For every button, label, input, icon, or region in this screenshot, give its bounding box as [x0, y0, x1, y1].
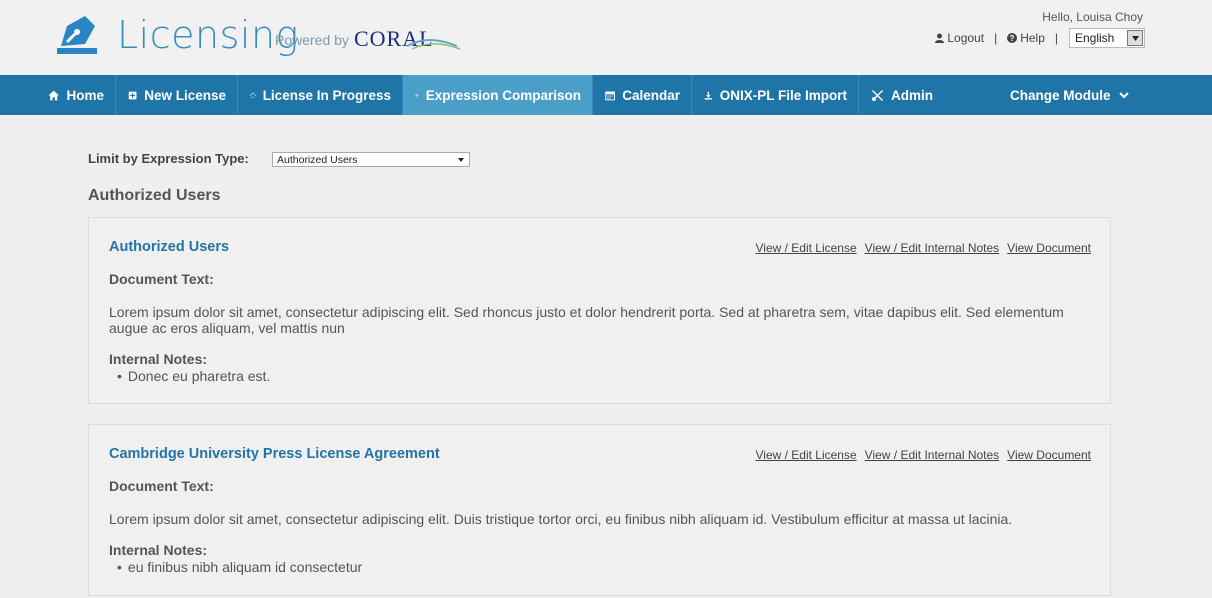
nav-item-onix-pl-file-import[interactable]: ONIX-PL File Import: [692, 75, 859, 115]
main-nav: Home New License License In Progress Exp…: [0, 75, 1212, 115]
language-select[interactable]: English: [1069, 28, 1145, 48]
nav-label: Home: [66, 87, 104, 103]
balance-icon: [415, 93, 419, 97]
nav-label: New License: [144, 87, 226, 103]
expression-card: Authorized Users View / Edit License Vie…: [88, 217, 1111, 404]
view-document-link[interactable]: View Document: [1007, 241, 1091, 255]
coral-logo: CORAL: [354, 26, 461, 51]
home-icon: [48, 90, 60, 100]
document-text-label: Document Text:: [109, 271, 214, 287]
view-edit-internal-notes-link[interactable]: View / Edit Internal Notes: [865, 448, 1000, 462]
logout-link[interactable]: Logout: [935, 31, 984, 45]
powered-by-text: Powered by: [275, 32, 349, 48]
internal-note-item: eu finibus nibh aliquam id consectetur: [117, 559, 362, 575]
document-text: Lorem ipsum dolor sit amet, consectetur …: [109, 511, 1013, 527]
nav-label: License In Progress: [262, 87, 391, 103]
help-label: Help: [1020, 31, 1045, 45]
view-edit-license-link[interactable]: View / Edit License: [755, 448, 856, 462]
plus-square-icon: [128, 91, 137, 99]
language-value: English: [1075, 31, 1115, 45]
chevron-down-icon: [1118, 91, 1129, 98]
nav-item-calendar[interactable]: Calendar: [593, 75, 692, 115]
divider: |: [994, 31, 998, 45]
greeting: Hello, Louisa Choy: [1042, 10, 1143, 24]
document-text-label: Document Text:: [109, 478, 214, 494]
question-circle-icon: ?: [1007, 33, 1018, 43]
app-title: Licensing: [117, 13, 299, 57]
coral-logo-text: CORAL: [354, 26, 434, 51]
view-edit-internal-notes-link[interactable]: View / Edit Internal Notes: [865, 241, 1000, 255]
chevron-down-icon[interactable]: [1127, 30, 1143, 46]
calendar-icon: [605, 90, 615, 100]
nav-item-admin[interactable]: Admin: [859, 75, 959, 115]
section-title: Authorized Users: [88, 187, 221, 204]
user-icon: [935, 33, 945, 43]
header: Licensing Powered by CORAL Hello, Louisa…: [0, 0, 1212, 75]
nav-label: ONIX-PL File Import: [719, 87, 847, 103]
card-title-link[interactable]: Authorized Users: [109, 239, 229, 255]
internal-notes-label: Internal Notes:: [109, 542, 208, 558]
view-document-link[interactable]: View Document: [1007, 448, 1091, 462]
caret-down-icon: [458, 157, 464, 162]
nav-item-license-in-progress[interactable]: License In Progress: [238, 75, 403, 115]
change-module-label: Change Module: [1010, 87, 1111, 103]
nav-item-home[interactable]: Home: [0, 75, 116, 115]
pen-logo-icon: [57, 16, 97, 54]
expression-card: Cambridge University Press License Agree…: [88, 424, 1111, 596]
change-module-menu[interactable]: Change Module: [1010, 75, 1129, 115]
document-text: Lorem ipsum dolor sit amet, consectetur …: [109, 304, 1064, 336]
filter-label: Limit by Expression Type:: [88, 151, 249, 166]
nav-item-expression-comparison[interactable]: Expression Comparison: [403, 75, 593, 115]
expression-type-value: Authorized Users: [277, 153, 358, 166]
help-link[interactable]: ? Help: [1007, 31, 1045, 45]
nav-item-new-license[interactable]: New License: [116, 75, 238, 115]
internal-note-item: Donec eu pharetra est.: [117, 368, 270, 384]
internal-notes-label: Internal Notes:: [109, 351, 208, 367]
expression-type-select[interactable]: Authorized Users: [272, 152, 470, 167]
nav-label: Expression Comparison: [425, 87, 581, 103]
divider: |: [1054, 31, 1058, 45]
nav-label: Calendar: [622, 87, 680, 103]
spinner-icon: [250, 92, 256, 98]
card-links: View / Edit License View / Edit Internal…: [755, 448, 1091, 462]
tools-icon: [872, 89, 883, 101]
download-icon: [704, 91, 713, 100]
logout-label: Logout: [947, 31, 985, 45]
view-edit-license-link[interactable]: View / Edit License: [755, 241, 856, 255]
card-title-link[interactable]: Cambridge University Press License Agree…: [109, 446, 440, 462]
card-links: View / Edit License View / Edit Internal…: [755, 241, 1091, 255]
nav-label: Admin: [891, 87, 933, 103]
utility-links: Logout | ? Help |: [935, 31, 1062, 45]
svg-text:?: ?: [1010, 34, 1015, 43]
